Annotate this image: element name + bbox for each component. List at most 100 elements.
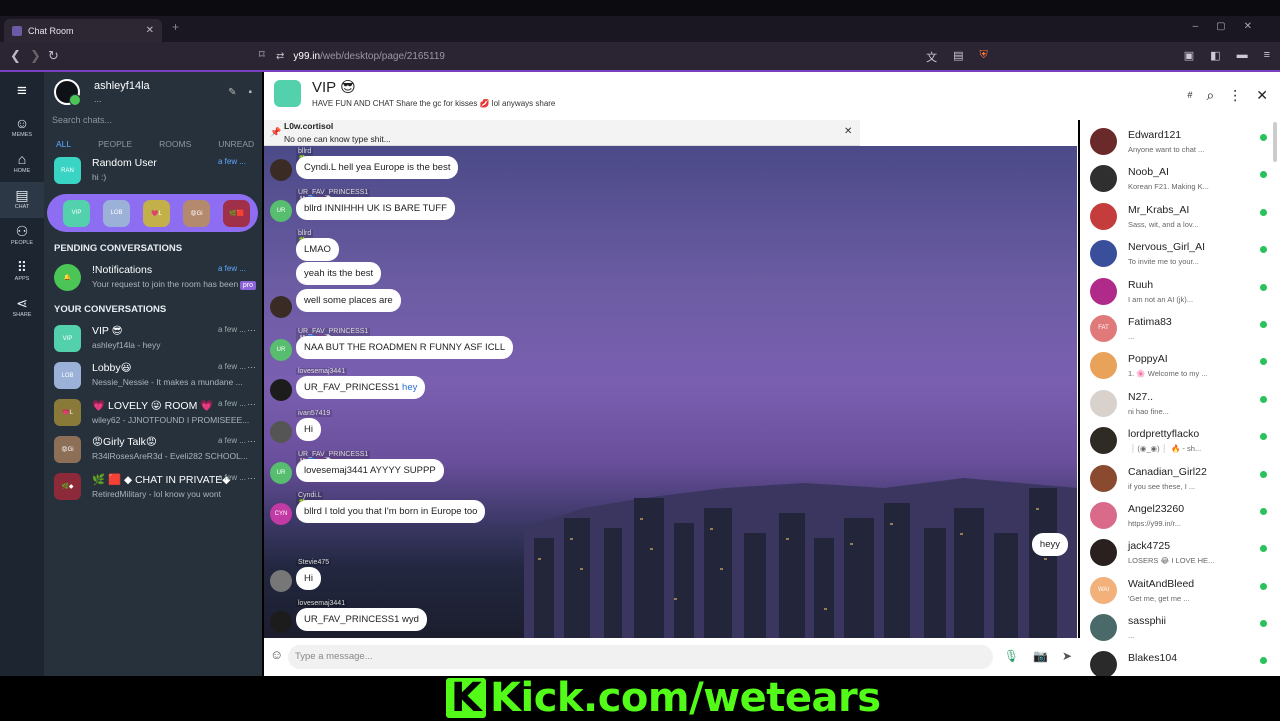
user-row[interactable]: WAI WaitAndBleed 'Get me, get me ... [1080, 569, 1280, 606]
user-row[interactable]: PoppyAI 1. 🌸 Welcome to my ... [1080, 344, 1280, 381]
reader-icon[interactable]: ▤ [953, 49, 963, 65]
camera-icon[interactable]: 📷 [1033, 649, 1048, 663]
list-item[interactable]: VIP VIP 😎 ashleyf14la - heyy a few ... … [44, 321, 262, 358]
user-row[interactable]: Canadian_Girl22 if you see these, I ... [1080, 457, 1280, 494]
search-input[interactable]: Search chats... [44, 115, 262, 131]
message-bubble[interactable]: UR_FAV_PRINCESS1 hey [296, 376, 426, 399]
vpn-icon[interactable]: ▬ [1237, 49, 1248, 65]
pinned-message[interactable]: 📌 L0w.cortisol No one can know type shit… [264, 120, 860, 146]
message-bubble[interactable]: NAA BUT THE ROADMEN R FUNNY ASF ICLL [296, 336, 514, 359]
pending-conversation[interactable]: 🔔 !Notifications Your request to join th… [44, 260, 262, 297]
edit-icon[interactable]: ✎ [228, 87, 236, 98]
user-row[interactable]: lordprettyflacko ❕(◉_◉)❕ 🔥 - sh... [1080, 419, 1280, 456]
user-row[interactable]: Ruuh I am not an AI (jk)... [1080, 270, 1280, 307]
window-controls[interactable]: –▢✕ [1193, 21, 1270, 32]
translate-icon[interactable]: 文 [926, 49, 937, 65]
pinned-conversation[interactable]: RAN Random User hi :) a few ... [44, 153, 262, 190]
quick-room-button[interactable]: 😡Gi [183, 199, 210, 227]
more-icon[interactable]: … [247, 360, 256, 370]
avatar[interactable] [270, 379, 292, 401]
message-input[interactable]: Type a message... [288, 645, 993, 669]
rail-item-home[interactable]: ⌂ HOME [0, 146, 44, 182]
message-bubble[interactable]: lovesemaj3441 AYYYY SUPPP [296, 459, 444, 482]
tab-all[interactable]: ALL [56, 139, 71, 153]
list-item[interactable]: 😡Gi 😡Girly Talk😡 R34lRosesAreR3d - Eveli… [44, 432, 262, 469]
more-icon[interactable]: … [247, 323, 256, 333]
message-bubble[interactable]: Hi [296, 418, 321, 441]
contacts-icon[interactable]: ▪ [248, 87, 252, 98]
quick-room-button[interactable]: 💗L [143, 199, 170, 227]
new-tab-icon[interactable]: + [172, 20, 179, 34]
url-field[interactable]: ⇄ y99.in /web/desktop/page/2165119 [276, 46, 1006, 66]
user-row[interactable]: N27.. ni hao fine... [1080, 382, 1280, 419]
rail-item-people[interactable]: ⚇ PEOPLE [0, 218, 44, 254]
user-row[interactable]: Noob_AI Korean F21. Making K... [1080, 157, 1280, 194]
quick-room-button[interactable]: LOB [103, 199, 130, 227]
more-icon[interactable]: … [247, 471, 256, 481]
emoji-icon[interactable]: ☺ [270, 647, 283, 662]
message-bubble[interactable]: well some places are [296, 289, 401, 312]
rail-item-share[interactable]: ⋖ SHARE [0, 290, 44, 326]
user-row[interactable]: Nervous_Girl_AI To invite me to your... [1080, 232, 1280, 269]
avatar[interactable] [270, 159, 292, 181]
tab-rooms[interactable]: ROOMS [159, 139, 191, 153]
hamburger-menu-icon[interactable]: ≡ [0, 72, 44, 110]
avatar[interactable] [54, 79, 81, 106]
users-scrollbar[interactable] [1273, 122, 1277, 162]
avatar[interactable] [270, 570, 292, 592]
list-item[interactable]: LOB Lobby😃 Nessie_Nessie - It makes a mu… [44, 358, 262, 395]
search-icon[interactable]: ⌕ [1206, 87, 1214, 104]
bookmark-icon[interactable]: ⌑ [259, 48, 265, 61]
list-item[interactable]: 💗L 💗 LOVELY 😜 ROOM 💗 wiley62 - JJNOTFOUN… [44, 395, 262, 432]
user-row[interactable]: sassphii ... [1080, 606, 1280, 643]
message-author[interactable]: Stevie475 [296, 559, 332, 566]
menu-icon[interactable]: ≡ [1264, 49, 1270, 65]
message-bubble[interactable]: Cyndi.L hell yea Europe is the best [296, 156, 459, 179]
site-settings-icon[interactable]: ⇄ [276, 51, 284, 62]
avatar[interactable]: UR [270, 200, 292, 222]
microphone-icon[interactable]: 🎙 [1004, 649, 1019, 663]
avatar[interactable] [274, 80, 301, 107]
user-row[interactable]: jack4725 LOSERS 😂 I LOVE HE... [1080, 531, 1280, 568]
avatar[interactable]: UR [270, 339, 292, 361]
message-bubble[interactable]: Hi [296, 567, 321, 590]
reload-icon[interactable]: ↻ [48, 48, 59, 64]
avatar[interactable] [270, 421, 292, 443]
list-item[interactable]: 🌿◆ 🌿 🟥 ◆ CHAT IN PRIVATE◆ RetiredMilitar… [44, 469, 262, 506]
own-message-bubble[interactable]: heyy [1031, 533, 1068, 556]
message-bubble[interactable]: LMAO [296, 238, 339, 261]
close-pin-icon[interactable]: ✕ [844, 126, 852, 137]
message-bubble[interactable]: yeah its the best [296, 262, 382, 285]
sidebar-toggle-icon[interactable]: ◧ [1210, 49, 1220, 65]
message-bubble[interactable]: bllrd I told you that I'm born in Europe… [296, 500, 486, 523]
message-author[interactable]: ivan57419 [296, 410, 333, 417]
rail-item-chat[interactable]: ▤ CHAT [0, 182, 44, 218]
tab-unread[interactable]: UNREAD [218, 139, 254, 153]
avatar[interactable]: UR [270, 462, 292, 484]
avatar[interactable] [270, 296, 292, 318]
back-icon[interactable]: ❮ [10, 48, 21, 64]
tab-people[interactable]: PEOPLE [98, 139, 132, 153]
brave-shield-icon[interactable]: ⛨ [980, 49, 988, 65]
user-row[interactable]: Blakes104 [1080, 643, 1280, 676]
message-bubble[interactable]: UR_FAV_PRINCESS1 wyd [296, 608, 427, 631]
user-row[interactable]: Angel23260 https://y99.in/r... [1080, 494, 1280, 531]
rail-item-memes[interactable]: ☺ MEMES [0, 110, 44, 146]
forward-icon[interactable]: ❯ [30, 48, 41, 64]
message-author[interactable]: lovesemaj3441 [296, 368, 348, 375]
close-icon[interactable]: ✕ [1256, 87, 1268, 104]
user-row[interactable]: Edward121 Anyone want to chat ... [1080, 120, 1280, 157]
message-author[interactable]: lovesemaj3441 [296, 600, 348, 607]
user-row[interactable]: FAT Fatima83 ... [1080, 307, 1280, 344]
more-icon[interactable]: … [247, 397, 256, 407]
user-row[interactable]: Mr_Krabs_AI Sass, wit, and a lov... [1080, 195, 1280, 232]
message-bubble[interactable]: bllrd INNIHHH UK IS BARE TUFF [296, 197, 455, 220]
quick-room-button[interactable]: 🌿🟥 [223, 199, 250, 227]
more-icon[interactable]: … [247, 434, 256, 444]
hash-icon[interactable]: # [1187, 87, 1192, 104]
more-icon[interactable]: ⋮ [1228, 87, 1242, 104]
quick-room-button[interactable]: VIP [63, 199, 90, 227]
close-tab-icon[interactable]: ✕ [146, 25, 154, 36]
rail-item-apps[interactable]: ⠿ APPS [0, 254, 44, 290]
send-icon[interactable]: ➤ [1062, 649, 1072, 663]
